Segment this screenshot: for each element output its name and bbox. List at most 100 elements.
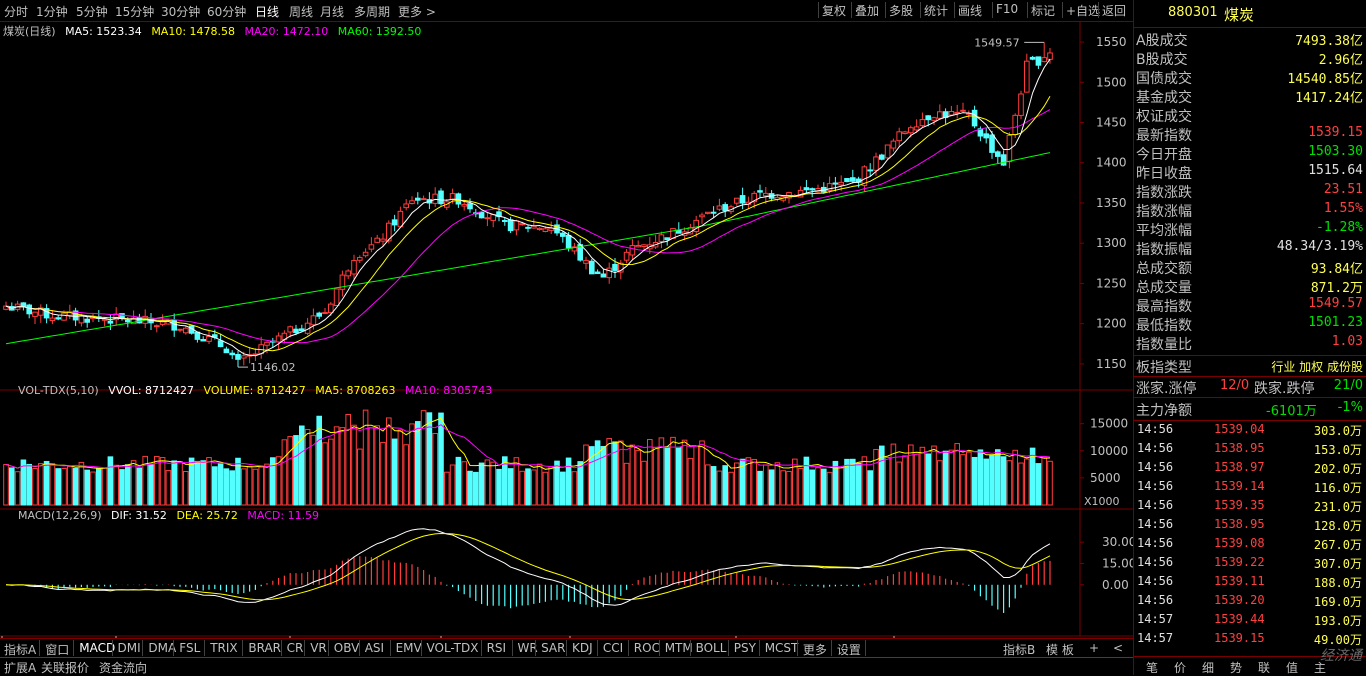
- candle-body: [403, 203, 409, 209]
- candle-body: [983, 133, 990, 139]
- indicator-tab[interactable]: BRAR: [248, 641, 281, 655]
- candle-body: [890, 140, 897, 149]
- extension-tab[interactable]: 关联报价: [41, 659, 89, 676]
- toolbar-button[interactable]: 统计: [924, 2, 948, 18]
- indicator-tab[interactable]: MACD: [79, 641, 115, 655]
- volume-bar: [722, 465, 729, 506]
- timeframe-tab[interactable]: 分时: [4, 3, 28, 20]
- indicator-tab[interactable]: MTM: [665, 641, 693, 655]
- candle-body: [658, 234, 665, 242]
- volume-bar: [380, 441, 386, 506]
- volume-bar: [38, 463, 44, 506]
- quote-tab[interactable]: 联: [1258, 659, 1270, 676]
- indicator-tab[interactable]: SAR: [541, 641, 565, 655]
- timeframe-tab[interactable]: 日线: [255, 3, 279, 20]
- indicator-tab[interactable]: VOL-TDX: [427, 641, 479, 655]
- volume-bar: [26, 463, 32, 506]
- toolbar-button[interactable]: F10: [996, 2, 1018, 18]
- template-tab[interactable]: 模 板: [1046, 641, 1074, 658]
- toolbar-button[interactable]: 叠加: [855, 2, 879, 18]
- extension-tab[interactable]: 资金流向: [99, 659, 147, 676]
- indicator-tab[interactable]: VR: [310, 641, 327, 655]
- indicator-tab[interactable]: DMA: [148, 641, 176, 655]
- candle-body: [1041, 57, 1048, 63]
- template-tab[interactable]: 指标B: [1003, 641, 1035, 658]
- volume-bar: [641, 460, 647, 506]
- indicator-tab[interactable]: EMV: [396, 641, 422, 655]
- volume-bar: [925, 453, 932, 506]
- quote-tab[interactable]: 势: [1230, 659, 1242, 676]
- indicator-tab[interactable]: CR: [287, 641, 304, 655]
- toolbar-button[interactable]: 多股: [889, 2, 913, 18]
- volume-bar: [183, 471, 189, 506]
- volume-bar: [908, 444, 914, 506]
- indicator-tab[interactable]: 更多: [803, 641, 827, 658]
- tab-separator: [758, 640, 760, 656]
- more-timeframes-button[interactable]: 更多 >: [398, 3, 436, 20]
- indicator-tab[interactable]: BOLL: [696, 641, 727, 655]
- candle-body: [757, 190, 763, 193]
- indicator-tab[interactable]: CCI: [603, 641, 623, 655]
- timeframe-tab[interactable]: 月线: [320, 3, 344, 20]
- tab-separator: [727, 640, 729, 656]
- indicator-tab[interactable]: OBV: [334, 641, 360, 655]
- timeframe-tab[interactable]: 15分钟: [115, 3, 154, 20]
- indicator-tab[interactable]: MCST: [765, 641, 799, 655]
- candle-body: [925, 115, 932, 121]
- indicator-tab[interactable]: 窗口: [45, 641, 69, 658]
- tab-separator: [204, 640, 206, 656]
- timeframe-tab[interactable]: 5分钟: [76, 3, 108, 20]
- extension-tab[interactable]: 扩展A: [4, 659, 36, 676]
- volume-bar: [983, 458, 990, 506]
- volume-bar: [171, 460, 177, 506]
- indicator-tab[interactable]: RSI: [487, 641, 507, 655]
- candle-body: [397, 210, 404, 228]
- indicator-tab[interactable]: 设置: [837, 641, 861, 658]
- candle-body: [699, 214, 705, 218]
- indicator-tab[interactable]: DMI: [118, 641, 141, 655]
- indicator-tab[interactable]: 指标A: [4, 641, 36, 658]
- volume-bar: [432, 432, 438, 506]
- kline-chart[interactable]: 1550 1500 1450 1400 1350 1300 1250 1200 1150 1500…: [0, 22, 1133, 638]
- indicator-tab[interactable]: KDJ: [572, 641, 593, 655]
- timeframe-tab[interactable]: 多周期: [354, 3, 390, 20]
- indicator-tab[interactable]: TRIX: [210, 641, 237, 655]
- volume-bar: [681, 439, 688, 506]
- quote-tab[interactable]: 价: [1174, 659, 1186, 676]
- candle-body: [884, 144, 891, 159]
- toolbar-button[interactable]: 复权: [822, 2, 846, 18]
- quote-tab[interactable]: 值: [1286, 659, 1298, 676]
- indicator-tab[interactable]: ASI: [365, 641, 384, 655]
- candle-body: [55, 317, 62, 320]
- toolbar-button[interactable]: 画线: [958, 2, 982, 18]
- macd-legend: MACD(12,26,9) DIF: 31.52 DEA: 25.72 MACD…: [18, 509, 325, 522]
- volume-bar: [281, 439, 288, 506]
- template-tab[interactable]: +: [1089, 641, 1099, 655]
- quote-tab[interactable]: 笔: [1146, 659, 1158, 676]
- tick-volume: 128.0万: [1313, 519, 1362, 533]
- vol-axis-label: 15000: [1090, 417, 1128, 431]
- high-marker-label: 1549.57: [974, 36, 1020, 49]
- vol-indicator-name: VOL-TDX(5,10): [18, 384, 99, 397]
- tick-row: 14:56 1539.20 169.0万: [1134, 593, 1366, 611]
- indicator-tab[interactable]: ROC: [634, 641, 660, 655]
- toolbar-button[interactable]: 标记: [1031, 2, 1055, 18]
- timeframe-tab[interactable]: 1分钟: [36, 3, 68, 20]
- timeframe-tab[interactable]: 周线: [289, 3, 313, 20]
- quote-label: 国债成交: [1136, 71, 1192, 87]
- timeframe-tab[interactable]: 60分钟: [207, 3, 246, 20]
- candle-body: [832, 182, 839, 185]
- chart-title: 煤炭(日线): [3, 25, 56, 38]
- indicator-tab[interactable]: PSY: [734, 641, 756, 655]
- volume-bar: [594, 440, 601, 506]
- toolbar-button[interactable]: 返回: [1102, 2, 1126, 18]
- template-tab[interactable]: <: [1113, 641, 1123, 655]
- candle-body: [391, 219, 398, 226]
- indicator-tab[interactable]: FSL: [179, 641, 200, 655]
- vol-unit-label: X1000: [1084, 495, 1120, 508]
- vol-axis-label: 5000: [1090, 471, 1121, 485]
- quote-tab[interactable]: 细: [1202, 659, 1214, 676]
- timeframe-tab[interactable]: 30分钟: [161, 3, 200, 20]
- candle-body: [32, 311, 38, 317]
- toolbar-button[interactable]: +自选: [1066, 2, 1100, 18]
